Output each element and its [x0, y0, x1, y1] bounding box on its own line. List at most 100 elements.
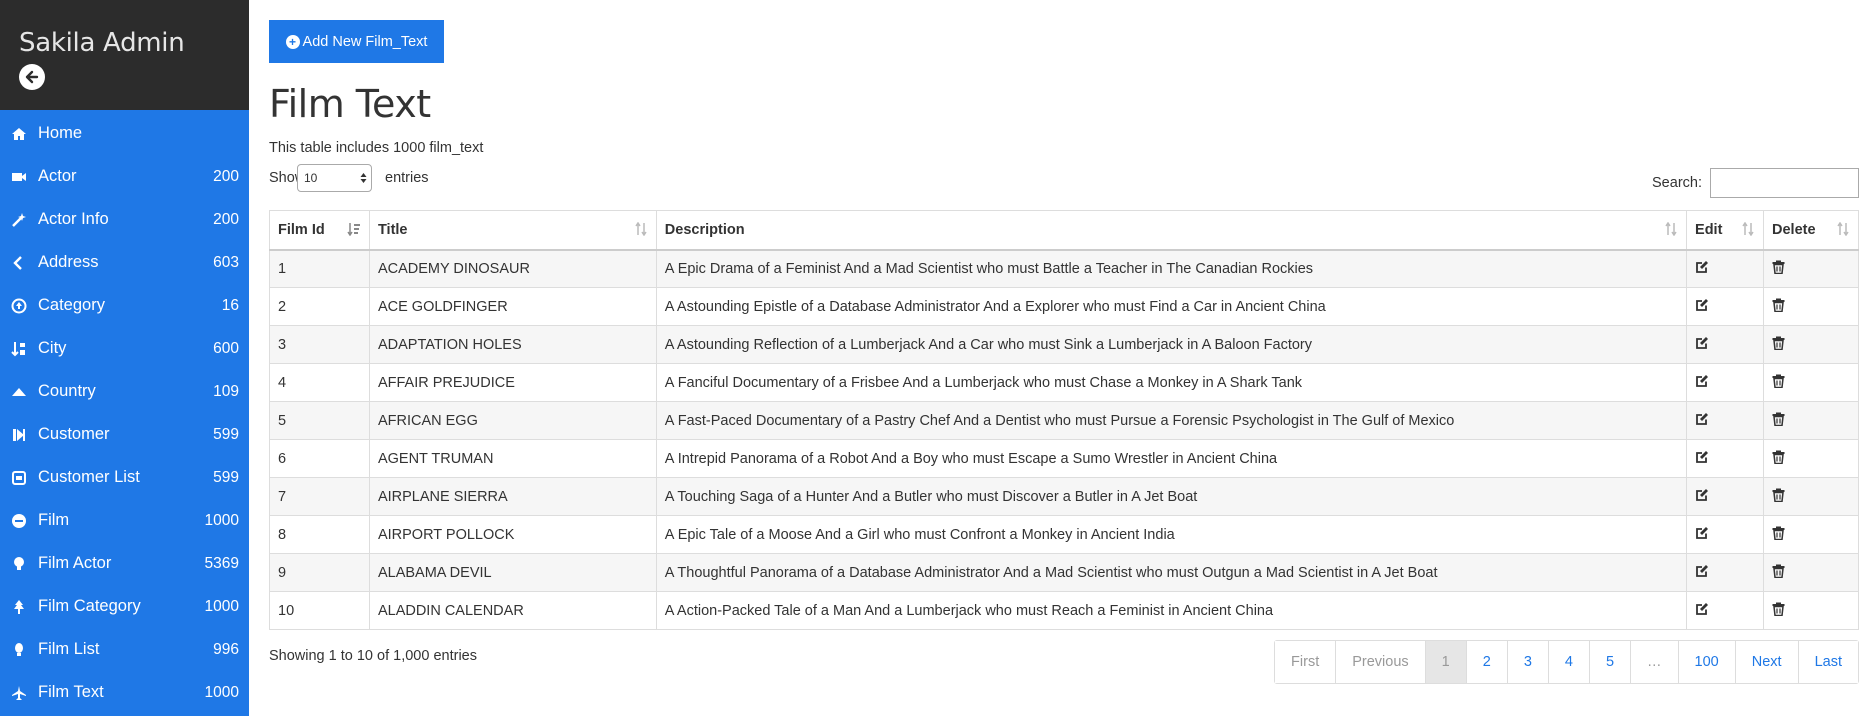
- sidebar-item-category[interactable]: Category 16: [0, 284, 249, 327]
- pagination-page-4[interactable]: 4: [1548, 641, 1590, 683]
- edit-icon[interactable]: [1695, 564, 1709, 578]
- pagination-ellipsis: …: [1631, 641, 1679, 683]
- sidebar-item-address[interactable]: Address 603: [0, 241, 249, 284]
- sidebar-item-film-text[interactable]: Film Text 1000: [0, 671, 249, 714]
- cell-edit: [1686, 591, 1764, 630]
- pagination-page-2[interactable]: 2: [1466, 641, 1508, 683]
- column-header-description[interactable]: Description: [655, 210, 1688, 251]
- pagination-previous[interactable]: Previous: [1336, 641, 1426, 683]
- cell-film-id: 4: [269, 363, 370, 402]
- cell-delete: [1763, 439, 1859, 478]
- cell-description: A Action-Packed Tale of a Man And a Lumb…: [655, 591, 1688, 630]
- sidebar-item-film-actor[interactable]: Film Actor 5369: [0, 542, 249, 585]
- sidebar-nav: Home Actor 200 Actor Info 200 Address 60…: [0, 110, 249, 714]
- sort-icon: [634, 221, 648, 239]
- sidebar-item-label: City: [38, 339, 67, 357]
- table-row: 6 AGENT TRUMAN A Intrepid Panorama of a Ro…: [269, 439, 1859, 478]
- sidebar-item-film[interactable]: Film 1000: [0, 499, 249, 542]
- table-row: 10 ALADDIN CALENDAR A Action-Packed Tale o…: [269, 591, 1859, 630]
- sidebar-item-actor-info[interactable]: Actor Info 200: [0, 198, 249, 241]
- cell-title: ALADDIN CALENDAR: [368, 591, 657, 630]
- tree-icon: [10, 598, 28, 616]
- sidebar: Sakila Admin Home Actor 200 Actor Info 2…: [0, 0, 249, 716]
- pagination-last[interactable]: Last: [1798, 641, 1858, 683]
- edit-icon[interactable]: [1695, 260, 1709, 274]
- trash-icon[interactable]: [1772, 374, 1785, 388]
- column-header-label: Title: [377, 221, 408, 238]
- search-label: Search:: [1652, 175, 1702, 191]
- sidebar-item-home[interactable]: Home: [0, 112, 249, 155]
- cell-title: AIRPORT POLLOCK: [368, 515, 657, 554]
- cell-delete: [1763, 287, 1859, 326]
- pagination-page-3[interactable]: 3: [1507, 641, 1549, 683]
- sidebar-item-customer-list[interactable]: Customer List 599: [0, 456, 249, 499]
- sidebar-item-city[interactable]: City 600: [0, 327, 249, 370]
- edit-icon[interactable]: [1695, 602, 1709, 616]
- cell-edit: [1686, 439, 1764, 478]
- trash-icon[interactable]: [1772, 602, 1785, 616]
- sort-icon: [1836, 221, 1850, 239]
- cell-title: AFRICAN EGG: [368, 401, 657, 440]
- trash-icon[interactable]: [1772, 336, 1785, 350]
- table-header-row: Film Id Title Description Edit Delete: [269, 210, 1859, 251]
- edit-icon[interactable]: [1695, 374, 1709, 388]
- sort-icon: [1664, 221, 1678, 239]
- edit-icon[interactable]: [1695, 526, 1709, 540]
- sidebar-header: Sakila Admin: [0, 0, 249, 110]
- pagination-page-5[interactable]: 5: [1589, 641, 1632, 683]
- sidebar-item-film-list[interactable]: Film List 996: [0, 628, 249, 671]
- collapse-sidebar-button[interactable]: [19, 64, 45, 90]
- pagination-page-100[interactable]: 100: [1678, 641, 1736, 683]
- sidebar-item-label: Category: [38, 296, 105, 314]
- plane-icon: [10, 684, 28, 702]
- edit-icon[interactable]: [1695, 412, 1709, 426]
- add-new-button[interactable]: + Add New Film_Text: [269, 20, 444, 63]
- pagination-page-1[interactable]: 1: [1425, 641, 1467, 683]
- table-row: 1 ACADEMY DINOSAUR A Epic Drama of a Femin…: [269, 249, 1859, 288]
- step-forward-icon: [10, 426, 28, 444]
- edit-icon[interactable]: [1695, 336, 1709, 350]
- column-header-delete[interactable]: Delete: [1763, 210, 1859, 251]
- page-length-select[interactable]: 10: [297, 164, 372, 192]
- data-table: Film Id Title Description Edit Delete 1 …: [269, 210, 1859, 630]
- cell-delete: [1763, 515, 1859, 554]
- trash-icon[interactable]: [1772, 564, 1785, 578]
- table-row: 5 AFRICAN EGG A Fast-Paced Documentary of …: [269, 401, 1859, 440]
- cell-description: A Touching Saga of a Hunter And a Butler…: [655, 477, 1688, 516]
- trash-icon[interactable]: [1772, 298, 1785, 312]
- cell-title: AFFAIR PREJUDICE: [368, 363, 657, 402]
- sidebar-item-count: 996: [213, 640, 239, 658]
- magic-wand-icon: [10, 211, 28, 229]
- cell-title: ACE GOLDFINGER: [368, 287, 657, 326]
- cell-film-id: 1: [269, 249, 370, 288]
- sidebar-item-label: Customer: [38, 425, 110, 443]
- edit-icon[interactable]: [1695, 450, 1709, 464]
- trash-icon[interactable]: [1772, 450, 1785, 464]
- sidebar-item-label: Home: [38, 124, 83, 142]
- column-header-film-id[interactable]: Film Id: [269, 210, 370, 251]
- table-row: 3 ADAPTATION HOLES A Astounding Reflection…: [269, 325, 1859, 364]
- edit-icon[interactable]: [1695, 298, 1709, 312]
- trash-icon[interactable]: [1772, 526, 1785, 540]
- sidebar-item-film-category[interactable]: Film Category 1000: [0, 585, 249, 628]
- column-header-title[interactable]: Title: [368, 210, 657, 251]
- column-header-edit[interactable]: Edit: [1686, 210, 1764, 251]
- cell-edit: [1686, 287, 1764, 326]
- entries-label: entries: [385, 170, 429, 186]
- trash-icon[interactable]: [1772, 412, 1785, 426]
- sidebar-item-label: Actor: [38, 167, 77, 185]
- chevron-left-icon: [10, 254, 28, 272]
- sidebar-item-actor[interactable]: Actor 200: [0, 155, 249, 198]
- cell-description: A Fast-Paced Documentary of a Pastry Che…: [655, 401, 1688, 440]
- cell-title: ALABAMA DEVIL: [368, 553, 657, 592]
- pagination-first[interactable]: First: [1275, 641, 1337, 683]
- cell-description: A Thoughtful Panorama of a Database Admi…: [655, 553, 1688, 592]
- pagination-next[interactable]: Next: [1735, 641, 1799, 683]
- sidebar-item-customer[interactable]: Customer 599: [0, 413, 249, 456]
- sort-ascending-icon: [347, 222, 361, 239]
- trash-icon[interactable]: [1772, 260, 1785, 274]
- search-input[interactable]: [1710, 168, 1859, 198]
- edit-icon[interactable]: [1695, 488, 1709, 502]
- trash-icon[interactable]: [1772, 488, 1785, 502]
- sidebar-item-country[interactable]: Country 109: [0, 370, 249, 413]
